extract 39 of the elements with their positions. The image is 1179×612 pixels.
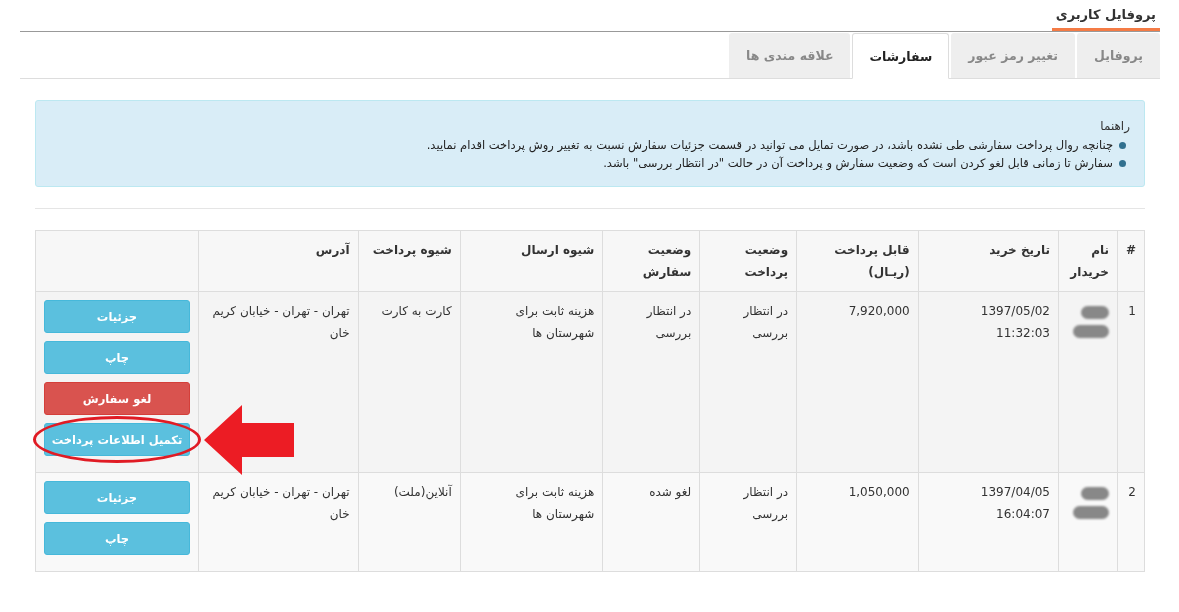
bullet-icon — [1119, 141, 1126, 149]
tab[interactable]: سفارشات — [852, 33, 950, 79]
table-cell: 1,050,000 — [796, 472, 919, 572]
column-header: قابل پرداخت (ریـال) — [796, 230, 919, 292]
column-header: # — [1117, 230, 1145, 292]
column-header: آدرس — [198, 230, 359, 292]
table-cell: لغو شده — [602, 472, 700, 572]
bullet-icon — [1119, 159, 1126, 167]
action-button[interactable]: جزئیات — [44, 300, 190, 333]
table-cell: در انتظار بررسی — [699, 291, 797, 473]
table-cell: هزینه ثابت برای شهرستان ها — [460, 472, 603, 572]
tab[interactable]: تغییر رمز عبور — [951, 33, 1076, 78]
column-header: شیوه ارسال — [460, 230, 603, 292]
table-cell: در انتظار بررسی — [602, 291, 700, 473]
action-button[interactable]: تکمیل اطلاعات پرداخت — [44, 423, 190, 456]
action-button[interactable]: لغو سفارش — [44, 382, 190, 415]
table-cell: 2 — [1117, 472, 1145, 572]
table-cell: تهران - تهران - خیابان کریم خان — [198, 472, 359, 572]
column-header: شیوه پرداخت — [358, 230, 461, 292]
tab[interactable]: پروفایل — [1077, 33, 1160, 78]
column-header: تاریخ خرید — [918, 230, 1059, 292]
table-cell: 1397/05/02 11:32:03 — [918, 291, 1059, 473]
table-cell: 1397/04/05 16:04:07 — [918, 472, 1059, 572]
table-cell: هزینه ثابت برای شهرستان ها — [460, 291, 603, 473]
table-cell: آنلاین(ملت) — [358, 472, 461, 572]
column-header: نام خریدار — [1058, 230, 1118, 292]
info-title: راهنما — [1099, 119, 1130, 133]
column-header: وضعیت پرداخت — [699, 230, 797, 292]
table-cell: در انتظار بررسی — [699, 472, 797, 572]
table-cell: کارت به کارت — [358, 291, 461, 473]
action-button[interactable]: چاپ — [44, 341, 190, 374]
column-header: وضعیت سفارش — [602, 230, 700, 292]
info-item: چنانچه روال پرداخت سفارشی طی نشده باشد، در صورت تمایل می توانید در قسمت جزئیات سفارش نسبت به تغییر روش پرداخت اقدام نمایید. — [426, 137, 1113, 154]
info-item: سفارش تا زمانی قابل لغو کردن است که وضعیت سفارش و پرداخت آن در حالت "در انتظار بررسی" باشد. — [603, 155, 1113, 172]
action-button[interactable]: جزئیات — [44, 481, 190, 514]
table-cell: 1 — [1117, 291, 1145, 473]
action-button[interactable]: چاپ — [44, 522, 190, 555]
tab[interactable]: علاقه مندی ها — [729, 33, 851, 78]
table-cell: 7,920,000 — [796, 291, 919, 473]
